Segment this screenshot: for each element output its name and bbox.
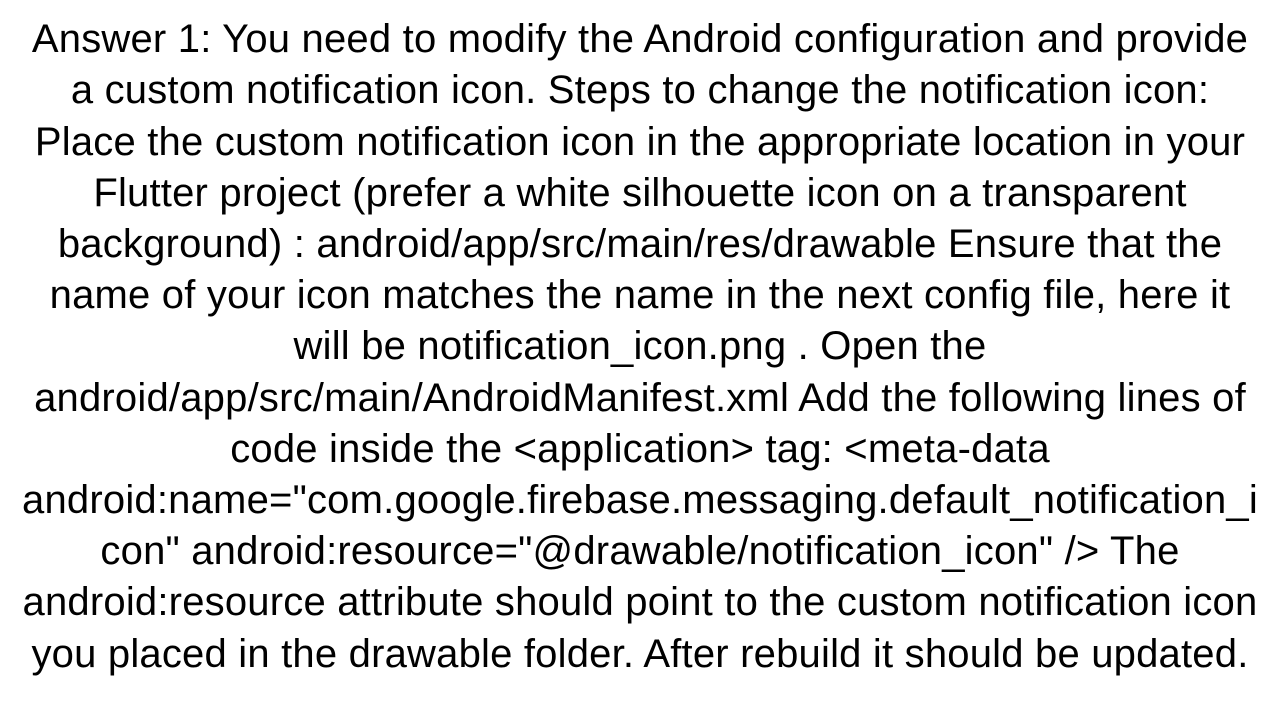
answer-body-text: Answer 1: You need to modify the Android… bbox=[20, 14, 1260, 679]
document-viewport: Answer 1: You need to modify the Android… bbox=[0, 0, 1280, 720]
